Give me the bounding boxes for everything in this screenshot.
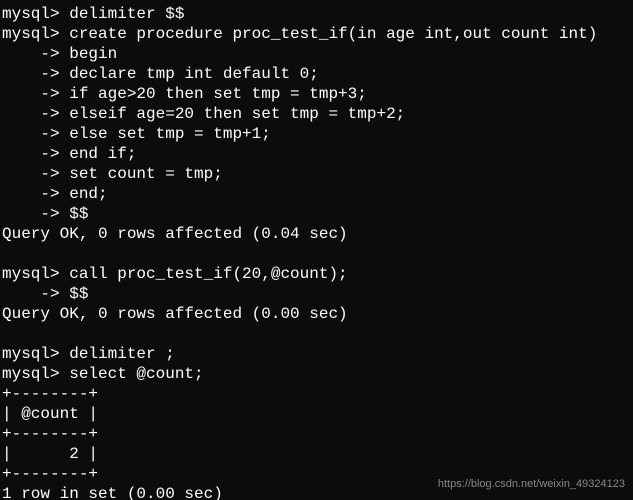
terminal-line: mysql> create procedure proc_test_if(in … xyxy=(2,24,631,44)
watermark: https://blog.csdn.net/weixin_49324123 xyxy=(438,474,625,494)
terminal-line xyxy=(2,244,631,264)
terminal-line: Query OK, 0 rows affected (0.04 sec) xyxy=(2,224,631,244)
terminal-line: -> else set tmp = tmp+1; xyxy=(2,124,631,144)
mysql-terminal[interactable]: mysql> delimiter $$mysql> create procedu… xyxy=(0,0,633,500)
terminal-line: mysql> delimiter ; xyxy=(2,344,631,364)
terminal-line: -> end; xyxy=(2,184,631,204)
terminal-line: | @count | xyxy=(2,404,631,424)
terminal-line: | 2 | xyxy=(2,444,631,464)
terminal-line: +--------+ xyxy=(2,384,631,404)
terminal-line: -> end if; xyxy=(2,144,631,164)
terminal-line: Query OK, 0 rows affected (0.00 sec) xyxy=(2,304,631,324)
terminal-line: -> declare tmp int default 0; xyxy=(2,64,631,84)
terminal-line: -> if age>20 then set tmp = tmp+3; xyxy=(2,84,631,104)
terminal-line: -> set count = tmp; xyxy=(2,164,631,184)
terminal-line: -> $$ xyxy=(2,204,631,224)
terminal-line: -> begin xyxy=(2,44,631,64)
terminal-line: mysql> delimiter $$ xyxy=(2,4,631,24)
terminal-line xyxy=(2,324,631,344)
terminal-line: mysql> call proc_test_if(20,@count); xyxy=(2,264,631,284)
terminal-line: mysql> select @count; xyxy=(2,364,631,384)
terminal-line: +--------+ xyxy=(2,424,631,444)
terminal-line: -> elseif age=20 then set tmp = tmp+2; xyxy=(2,104,631,124)
terminal-line: -> $$ xyxy=(2,284,631,304)
